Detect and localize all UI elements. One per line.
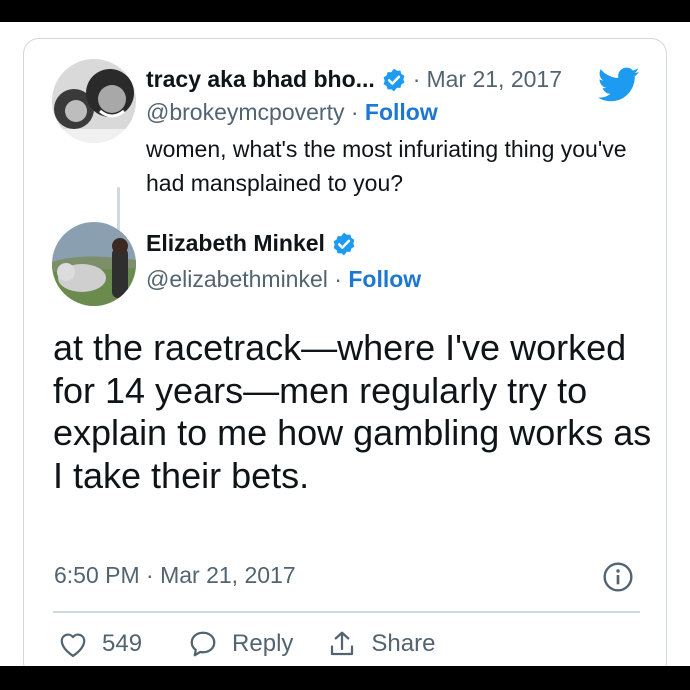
verified-badge-icon	[383, 68, 405, 91]
handle-separator: ·	[334, 266, 342, 292]
share-label: Share	[371, 630, 436, 657]
like-button[interactable]: 549	[58, 630, 142, 658]
reply-button[interactable]: Reply	[188, 630, 293, 658]
main-tweet-text: at the racetrack—where I've worked for 1…	[53, 327, 652, 496]
like-count: 549	[102, 630, 143, 657]
share-button[interactable]: Share	[327, 630, 435, 658]
quoted-handle[interactable]: @brokeymcpoverty	[146, 99, 344, 125]
info-icon[interactable]	[602, 561, 634, 593]
main-handle-row: @elizabethminkel · Follow	[146, 266, 421, 293]
quoted-handle-row: @brokeymcpoverty · Follow	[146, 99, 438, 126]
quoted-follow-button[interactable]: Follow	[365, 99, 438, 125]
share-upload-icon	[331, 631, 354, 656]
separator-dot: ·	[412, 66, 421, 92]
tweet-timestamp[interactable]: 6:50 PM · Mar 21, 2017	[54, 562, 296, 589]
reply-label: Reply	[232, 630, 294, 657]
speech-bubble-icon	[190, 631, 216, 657]
avatar-elizabeth[interactable]	[52, 222, 136, 306]
divider	[53, 611, 640, 613]
tweet-card: tracy aka bhad bho... · Mar 21, 2017 @br…	[23, 38, 667, 678]
main-follow-button[interactable]: Follow	[348, 266, 421, 292]
top-black-bar	[0, 0, 690, 22]
quoted-date[interactable]: Mar 21, 2017	[426, 66, 562, 93]
quoted-header: tracy aka bhad bho... · Mar 21, 2017	[146, 66, 562, 93]
main-display-name[interactable]: Elizabeth Minkel	[146, 230, 325, 257]
handle-separator: ·	[350, 99, 359, 125]
quoted-display-name[interactable]: tracy aka bhad bho...	[146, 66, 375, 93]
main-header: Elizabeth Minkel	[146, 230, 357, 257]
heart-icon	[60, 633, 86, 657]
main-handle[interactable]: @elizabethminkel	[146, 266, 328, 292]
twitter-bird-icon[interactable]	[598, 67, 640, 103]
action-bar: 549 Reply Share	[58, 630, 435, 658]
quoted-tweet-text: women, what's the most infuriating thing…	[146, 136, 627, 196]
bottom-black-bar	[0, 666, 690, 690]
avatar-tracy[interactable]	[52, 59, 136, 143]
verified-badge-icon	[333, 232, 355, 255]
